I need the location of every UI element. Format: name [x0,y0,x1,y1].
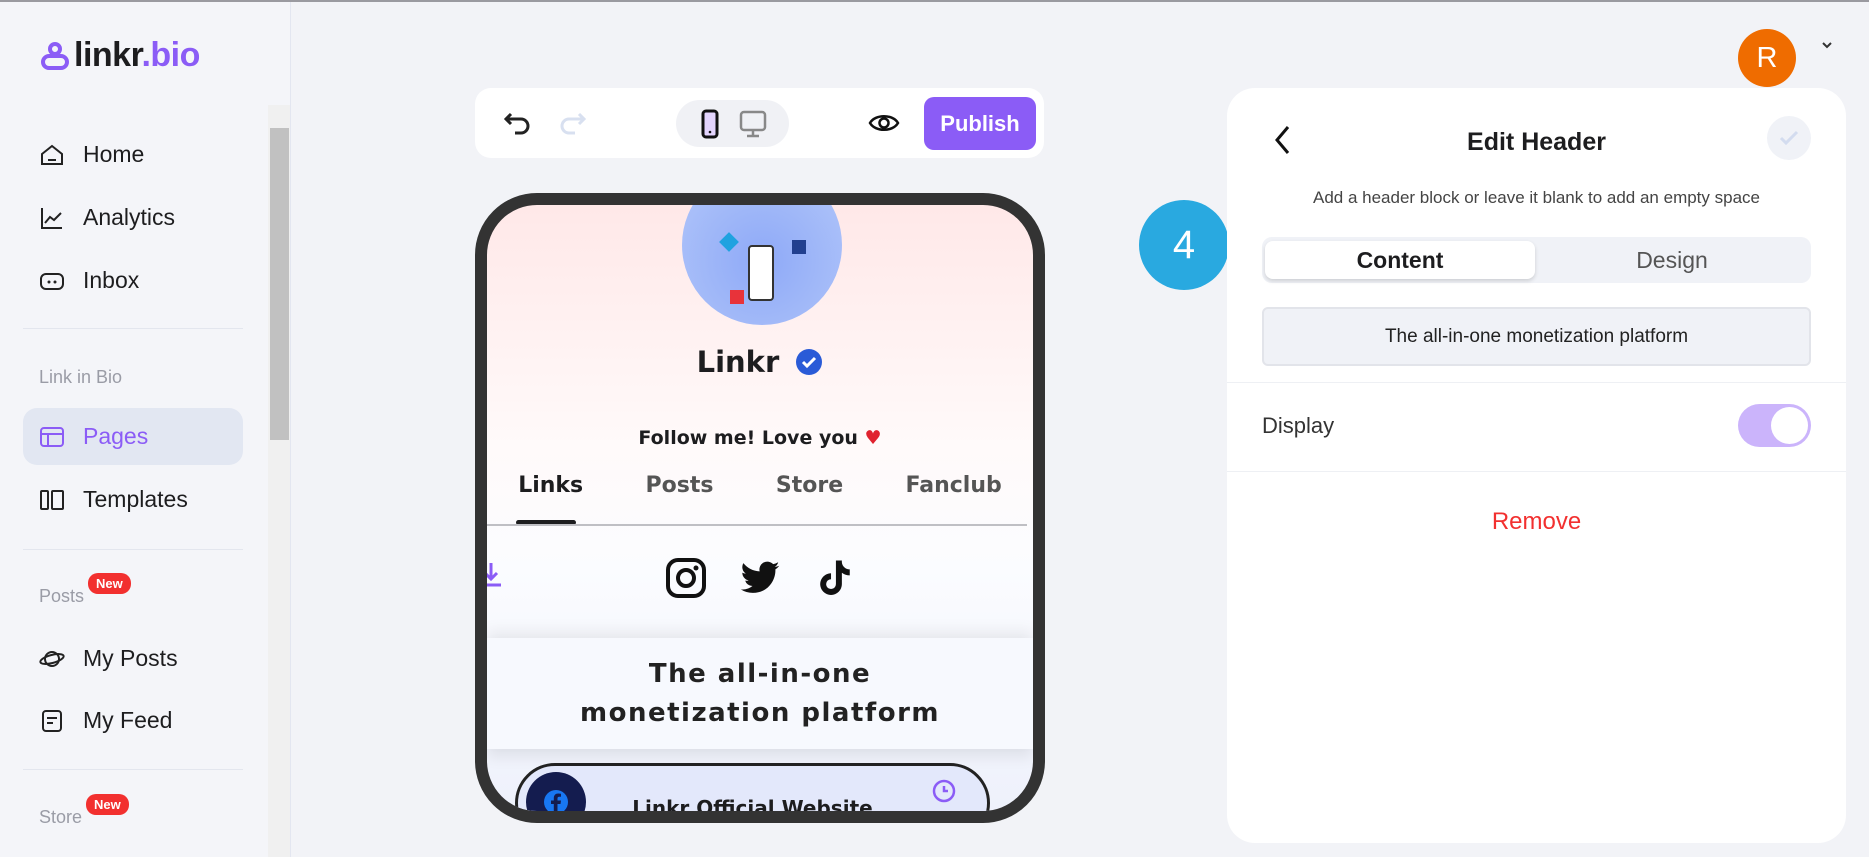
desktop-view-icon[interactable] [738,109,768,139]
heart-icon: ♥ [864,427,882,449]
sidebar-item-label: Templates [83,486,188,512]
save-check-button[interactable] [1767,116,1811,160]
tab-posts[interactable]: Posts [646,473,714,498]
sidebar: linkr.bio Home Analytics Inbox Link in B… [0,2,291,857]
divider [23,328,243,329]
undo-icon[interactable] [503,110,533,138]
layout-icon [40,426,64,447]
header-block[interactable]: The all-in-one monetization platform [487,638,1033,749]
user-avatar[interactable]: R [1738,29,1796,87]
new-badge: New [86,794,129,815]
link-card[interactable]: Linkr Official Website [515,763,990,820]
panel-title: Edit Header [1467,128,1606,156]
sidebar-item-home[interactable]: Home [23,126,243,183]
sidebar-item-my-feed[interactable]: My Feed [23,692,243,749]
tab-store[interactable]: Store [776,473,843,498]
chart-line-icon [41,207,62,229]
section-title-posts: PostsNew [39,573,131,607]
sidebar-item-label: My Posts [83,645,178,671]
divider [23,549,243,550]
logo-text: linkr.bio [74,36,200,74]
chevron-down-icon[interactable] [1820,40,1834,50]
divider [1227,382,1846,383]
redo-icon[interactable] [557,110,587,138]
linkr-logo-icon [41,41,69,70]
step-badge: 4 [1139,200,1229,290]
new-badge: New [88,573,131,594]
social-icons [487,557,1033,599]
check-icon [1779,130,1799,146]
schedule-clock-icon[interactable] [931,778,957,804]
tab-design[interactable]: Design [1537,241,1807,279]
publish-button[interactable]: Publish [924,97,1036,150]
sidebar-item-inbox[interactable]: Inbox [23,252,243,309]
mobile-view-icon[interactable] [701,109,719,139]
sidebar-item-pages[interactable]: Pages [23,408,243,465]
profile-bio: Follow me! Love you ♥ [638,427,882,449]
sidebar-item-label: My Feed [83,707,173,733]
home-icon [41,144,63,165]
tab-links[interactable]: Links [518,473,583,498]
feed-icon [42,709,62,732]
divider [23,769,243,770]
remove-button[interactable]: Remove [1227,508,1846,536]
planet-icon [39,650,65,667]
sidebar-item-label: Pages [83,423,149,449]
device-toggle [676,100,789,147]
sidebar-item-label: Home [83,141,145,167]
edit-header-panel: Edit Header Add a header block or leave … [1227,88,1846,843]
tab-fanclub[interactable]: Fanclub [906,473,1002,498]
panel-subtitle: Add a header block or leave it blank to … [1312,188,1760,207]
profile-name: Linkr [487,345,1033,379]
sidebar-item-analytics[interactable]: Analytics [23,189,243,246]
tab-content[interactable]: Content [1265,241,1535,279]
content-design-tabs: Content Design [1262,237,1811,283]
divider [1227,471,1846,472]
display-label: Display [1262,413,1335,438]
phone-preview: Linkr Follow me! Love you ♥ Links Posts … [475,193,1045,823]
tiktok-icon[interactable] [813,557,855,599]
drag-handle-icon[interactable] [489,795,503,811]
preview-eye-icon[interactable] [868,111,900,135]
twitter-icon[interactable] [739,557,781,599]
link-title: Linkr Official Website [632,796,873,820]
instagram-icon[interactable] [665,557,707,599]
profile-tabs: Links Posts Store Fanclub [487,473,1033,498]
inbox-icon [40,272,64,290]
verified-badge-icon [796,349,823,375]
columns-icon [40,489,64,510]
tabs-divider [487,524,1027,526]
section-title-link-in-bio: Link in Bio [39,367,123,387]
header-text-input[interactable] [1262,307,1811,366]
section-title-store: StoreNew [39,794,129,828]
sidebar-item-my-posts[interactable]: My Posts [23,630,243,687]
scrollbar-thumb[interactable] [270,128,289,440]
logo[interactable]: linkr.bio [40,36,200,75]
display-toggle[interactable] [1738,404,1811,447]
sidebar-item-label: Analytics [83,204,176,230]
sidebar-item-label: Inbox [83,267,140,293]
profile-avatar-image [682,205,842,325]
sidebar-item-templates[interactable]: Templates [23,471,243,528]
